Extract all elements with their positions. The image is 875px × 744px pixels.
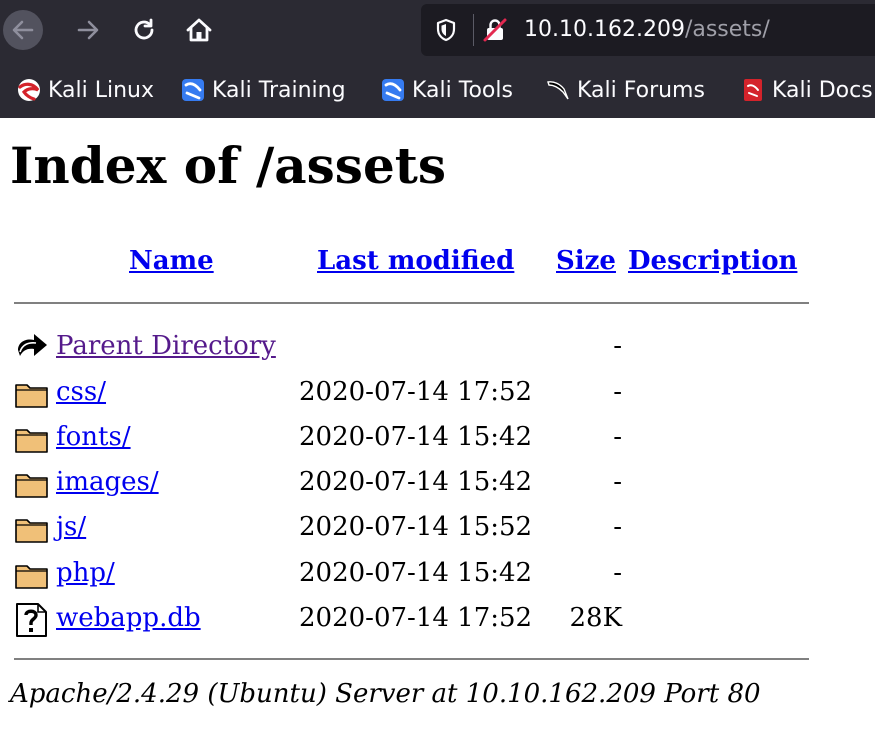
url-separator (473, 14, 474, 46)
entry-date: 2020-07-14 15:42 (299, 422, 533, 452)
entry-size: - (613, 467, 622, 497)
entry-link[interactable]: Parent Directory (56, 331, 276, 361)
column-header-size[interactable]: Size (556, 246, 616, 276)
bookmark-kali-training[interactable]: Kali Training (180, 77, 346, 103)
entry-size: 28K (569, 603, 622, 633)
column-header-description[interactable]: Description (628, 246, 797, 276)
entry-size: - (613, 558, 622, 588)
folder-icon (15, 519, 48, 543)
entry-size: - (613, 422, 622, 452)
bookmark-kali-linux[interactable]: Kali Linux (16, 77, 154, 103)
server-signature: Apache/2.4.29 (Ubuntu) Server at 10.10.1… (10, 679, 761, 709)
folder-icon (15, 474, 48, 498)
back-arrow-icon (12, 20, 34, 40)
entry-date: 2020-07-14 15:52 (299, 512, 533, 542)
entry-date: 2020-07-14 15:42 (299, 467, 533, 497)
entry-size: - (613, 377, 622, 407)
reload-icon (134, 18, 154, 40)
reload-button[interactable] (124, 10, 164, 50)
folder-icon (15, 384, 48, 408)
back-button[interactable] (3, 10, 43, 50)
entry-date: 2020-07-14 17:52 (299, 603, 533, 633)
divider (14, 658, 809, 660)
table-row: css/ 2020-07-14 17:52 - (0, 372, 875, 416)
browser-toolbar: 10.10.162.209/assets/ (0, 0, 875, 62)
kali-docs-icon (744, 79, 762, 101)
forward-arrow-icon (77, 20, 99, 40)
unknown-file-icon (16, 603, 47, 637)
entry-size: - (613, 331, 622, 361)
bookmark-label: Kali Tools (412, 77, 513, 103)
column-header-last-modified[interactable]: Last modified (317, 246, 514, 276)
url-bar[interactable]: 10.10.162.209/assets/ (421, 4, 875, 56)
kali-training-icon (182, 79, 204, 101)
table-row: php/ 2020-07-14 15:42 - (0, 553, 875, 597)
table-row: js/ 2020-07-14 15:52 - (0, 507, 875, 551)
folder-icon (15, 565, 48, 589)
column-header-name[interactable]: Name (129, 246, 214, 276)
bookmark-label: Kali Training (212, 77, 346, 103)
bookmark-kali-tools[interactable]: Kali Tools (380, 77, 513, 103)
kali-forums-icon (547, 81, 569, 100)
shield-icon[interactable] (434, 18, 458, 42)
divider (14, 302, 809, 304)
folder-icon (15, 429, 48, 453)
forward-button[interactable] (68, 10, 108, 50)
bookmark-label: Kali Docs (772, 77, 873, 103)
page-content: Index of /assets Name Last modified Size… (0, 118, 875, 744)
kali-linux-icon (18, 79, 40, 101)
kali-tools-icon (382, 79, 404, 101)
entry-link[interactable]: images/ (56, 467, 159, 497)
home-icon (186, 18, 212, 42)
entry-link[interactable]: css/ (56, 377, 106, 407)
bookmark-label: Kali Forums (577, 77, 705, 103)
url-host: 10.10.162.209 (524, 17, 685, 42)
bookmark-kali-docs[interactable]: Kali Docs (740, 77, 873, 103)
bookmark-label: Kali Linux (48, 77, 155, 103)
entry-link[interactable]: fonts/ (56, 422, 131, 452)
home-button[interactable] (179, 10, 219, 50)
entry-link[interactable]: php/ (56, 558, 115, 588)
entry-size: - (613, 512, 622, 542)
entry-link[interactable]: js/ (56, 512, 86, 542)
table-row: fonts/ 2020-07-14 15:42 - (0, 417, 875, 461)
page-title: Index of /assets (10, 136, 447, 195)
entry-date: 2020-07-14 15:42 (299, 558, 533, 588)
url-path: /assets/ (684, 17, 770, 42)
entry-date: 2020-07-14 17:52 (299, 377, 533, 407)
table-row: Parent Directory - (0, 326, 875, 370)
table-row: images/ 2020-07-14 15:42 - (0, 462, 875, 506)
insecure-lock-icon[interactable] (482, 17, 508, 43)
bookmarks-toolbar: Kali Linux Kali Training Kali Tools Kali… (0, 62, 875, 118)
url-text[interactable]: 10.10.162.209/assets/ (524, 17, 770, 42)
entry-link[interactable]: webapp.db (56, 603, 201, 633)
bookmark-kali-forums[interactable]: Kali Forums (545, 77, 705, 103)
parent-directory-icon (18, 334, 47, 356)
table-row: webapp.db 2020-07-14 17:52 28K (0, 598, 875, 642)
